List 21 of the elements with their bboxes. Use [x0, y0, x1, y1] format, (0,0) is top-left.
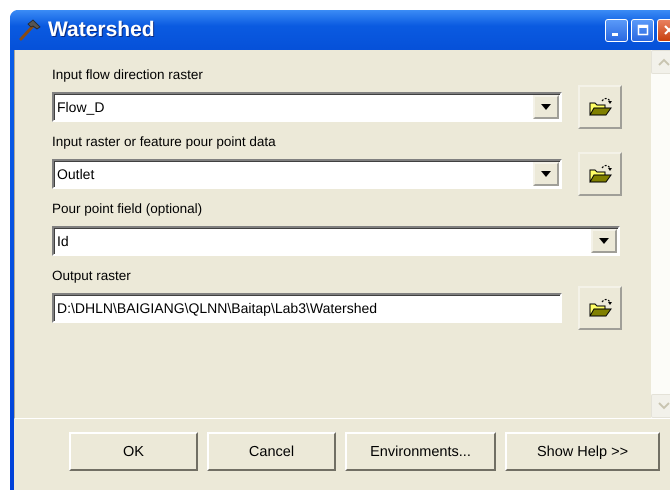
maximize-icon — [636, 24, 648, 36]
dialog-button[interactable]: Show Help >> — [505, 432, 660, 471]
field-label: Input raster or feature pour point data — [52, 133, 277, 151]
dropdown-field[interactable]: Flow_D — [52, 92, 562, 122]
field-label: Input flow direction raster — [52, 66, 204, 84]
browse-folder-button[interactable] — [578, 152, 622, 196]
field-label: Pour point field (optional) — [52, 200, 204, 218]
window-title: Watershed — [48, 18, 156, 42]
browse-folder-button[interactable] — [578, 85, 622, 129]
dialog-button[interactable]: Environments... — [345, 432, 496, 471]
dialog-button[interactable]: OK — [69, 432, 198, 471]
maximize-button[interactable] — [631, 18, 654, 42]
dropdown-field[interactable]: Id — [52, 226, 620, 256]
input-field[interactable]: D:\DHLN\BAIGIANG\QLNN\Baitap\Lab3\Watershed — [52, 293, 562, 323]
minimize-icon — [612, 32, 618, 36]
browse-folder-button[interactable] — [578, 286, 622, 330]
minimize-button[interactable] — [605, 18, 628, 42]
hammer-icon — [18, 19, 42, 41]
dropdown-field[interactable]: Outlet — [52, 159, 562, 189]
field-label: Output raster — [52, 267, 132, 285]
dialog-button[interactable]: Cancel — [207, 432, 336, 471]
